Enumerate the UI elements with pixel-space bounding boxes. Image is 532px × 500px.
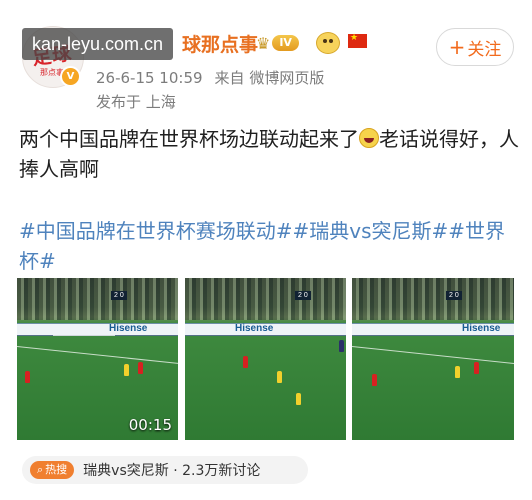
follow-label: 关注: [467, 39, 502, 60]
goal-line: [53, 335, 115, 336]
player-referee: [339, 340, 344, 352]
post-text-part-one: 两个中国品牌在世界杯场边联动起来了: [19, 127, 359, 151]
china-flag-icon: [348, 33, 367, 48]
face-badge-icon[interactable]: [316, 32, 340, 54]
post-location: 发布于 上海: [96, 93, 176, 111]
stadium-crowd: [185, 278, 346, 320]
hot-search-badge-label: 热搜: [45, 463, 68, 476]
search-icon: ⌕: [37, 463, 44, 476]
post-timestamp[interactable]: 26-6-15 10:59: [96, 69, 203, 87]
hot-search-text: 瑞典vs突尼斯 · 2.3万新讨论: [83, 460, 260, 480]
match-scoreboard: 2 0: [446, 291, 462, 300]
stadium-crowd: [17, 278, 178, 320]
site-watermark: kan-leyu.com.cn: [22, 28, 174, 60]
follow-button[interactable]: + 关注: [436, 28, 514, 66]
crown-icon: ♛: [256, 33, 271, 53]
hot-search-topic-name: 瑞典vs突尼斯: [83, 463, 169, 479]
pitch-line: [352, 346, 514, 365]
player-red: [25, 371, 30, 383]
post-body: 两个中国品牌在世界杯场边联动起来了 老话说得好，人捧人高啊: [19, 124, 519, 184]
video-thumbnail-1[interactable]: Hisense 2 0 00:15: [17, 278, 178, 440]
pitch-line: [17, 346, 178, 365]
level-badge[interactable]: ♛ IV: [256, 33, 306, 53]
post-hashtags[interactable]: #中国品牌在世界杯赛场联动##瑞典vs突尼斯##世界杯#: [19, 216, 519, 276]
stadium-crowd: [352, 278, 514, 320]
ad-board-text: Hisense: [109, 323, 148, 334]
ad-board-text: Hisense: [462, 323, 501, 334]
username[interactable]: 球那点事: [182, 30, 258, 57]
verified-badge-icon: V: [60, 66, 81, 87]
player-yellow: [455, 366, 460, 378]
player-yellow: [296, 393, 301, 405]
match-scoreboard: 2 0: [111, 291, 127, 300]
laughing-emoji-icon: [359, 128, 379, 148]
player-yellow: [124, 364, 129, 376]
video-thumbnail-2[interactable]: Hisense 2 0: [185, 278, 346, 440]
post-meta: 26-6-15 10:59 来自 微博网页版: [96, 67, 324, 88]
plus-icon: +: [448, 35, 466, 59]
match-scoreboard: 2 0: [295, 291, 311, 300]
player-red: [243, 356, 248, 368]
level-label: IV: [272, 35, 299, 51]
post-source: 来自 微博网页版: [214, 69, 325, 87]
video-thumbnail-3[interactable]: Hisense 2 0: [352, 278, 514, 440]
player-yellow: [277, 371, 282, 383]
hot-search-badge: ⌕ 热搜: [30, 461, 75, 479]
player-red: [138, 362, 143, 374]
hot-search-separator: ·: [168, 463, 183, 479]
player-red: [372, 374, 377, 386]
hot-search-discussion-count: 2.3万新讨论: [182, 463, 261, 479]
advertising-board: Hisense: [185, 323, 346, 336]
advertising-board: Hisense: [352, 323, 514, 336]
video-duration: 00:15: [128, 416, 172, 434]
player-red: [474, 362, 479, 374]
hot-search-topic[interactable]: ⌕ 热搜 瑞典vs突尼斯 · 2.3万新讨论: [22, 456, 308, 484]
ad-board-text: Hisense: [235, 323, 274, 334]
